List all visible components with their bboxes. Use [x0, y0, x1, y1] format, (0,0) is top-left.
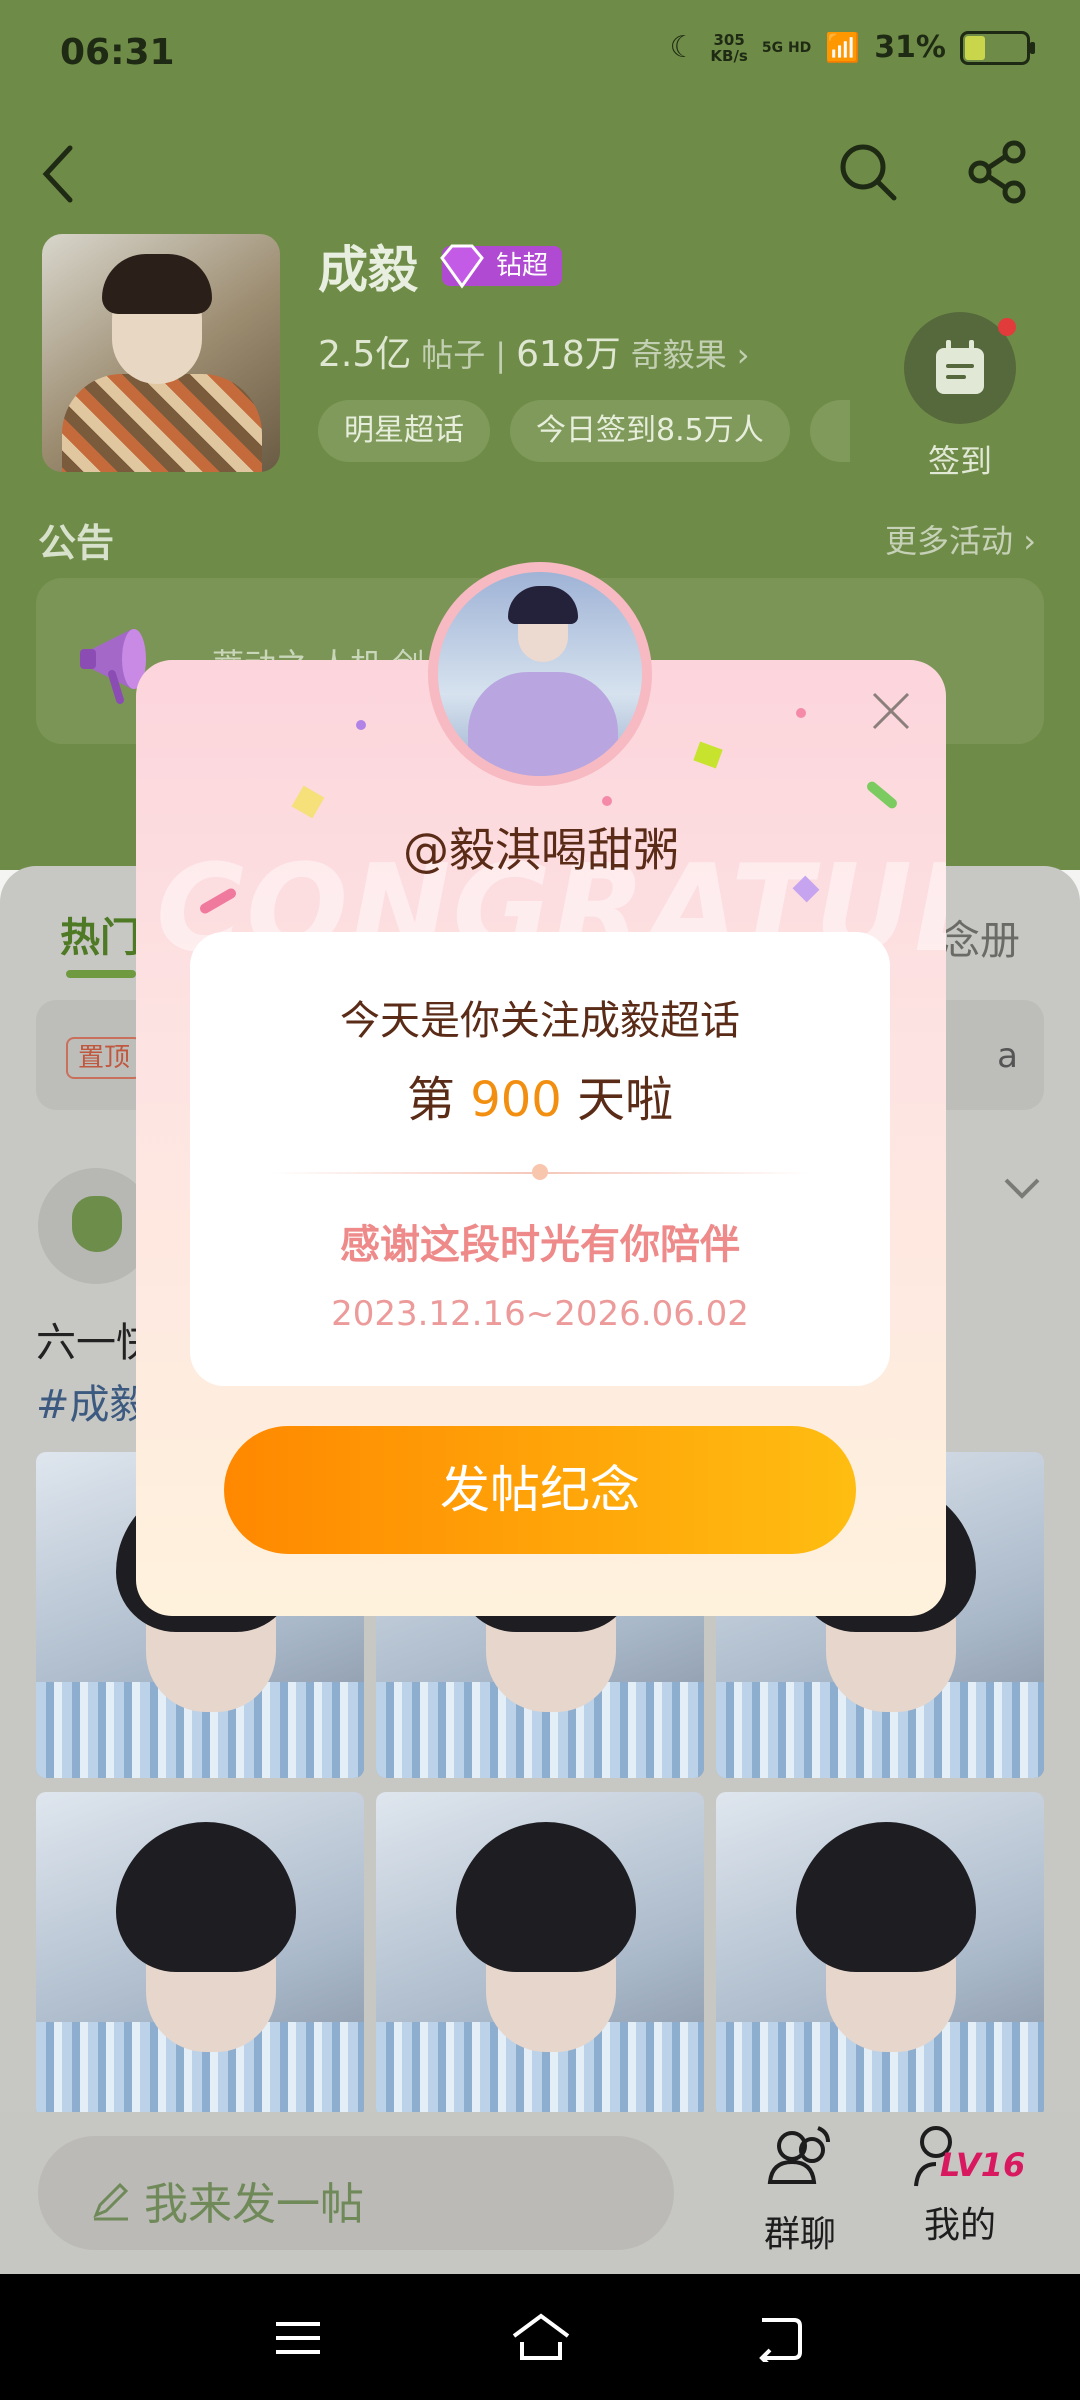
follow-days: 第 900 天啦 [406, 1072, 674, 1128]
pinned-tag: 置顶 [66, 1037, 143, 1079]
posts-count: 2.5亿 [318, 334, 412, 375]
system-nav-bar [0, 2274, 1080, 2400]
mine-label: 我的 [923, 2205, 996, 2246]
confetti [796, 708, 806, 718]
close-icon[interactable] [866, 686, 916, 736]
mine-button[interactable]: LV16 我的 [890, 2120, 1030, 2248]
status-indicators: ☾ 305 KB/s 5G HD 📶 31% [669, 30, 1035, 65]
status-time: 06:31 [60, 32, 175, 73]
return-icon[interactable] [754, 2314, 804, 2362]
back-icon[interactable] [38, 142, 78, 206]
chip-star-topic[interactable]: 明星超话 [318, 400, 490, 462]
topic-stats[interactable]: 2.5亿 帖子 | 618万 奇毅果 › [318, 325, 750, 377]
tab-indicator [66, 970, 136, 978]
signal-label: 5G HD [761, 39, 812, 56]
battery-icon [960, 30, 1035, 65]
group-chat-icon [767, 2126, 830, 2184]
vip-badge: 钻超 [440, 244, 563, 289]
notification-dot [998, 318, 1016, 336]
moon-icon: ☾ [669, 30, 697, 65]
topic-name: 成毅 [318, 241, 418, 299]
follow-message: 今天是你关注成毅超话 [340, 998, 740, 1044]
group-chat-button[interactable]: 群聊 [730, 2120, 870, 2257]
user-avatar [428, 562, 652, 786]
post-image[interactable] [376, 1792, 704, 2118]
post-image[interactable] [716, 1792, 1044, 2118]
chevron-down-icon[interactable] [1002, 1168, 1042, 1208]
share-icon[interactable] [966, 140, 1030, 204]
signin-label: 签到 [927, 442, 992, 480]
gem-icon [440, 244, 484, 289]
posts-label: 帖子 [421, 336, 486, 374]
apple-avatar-icon [72, 1196, 122, 1252]
network-speed: 305 KB/s [710, 30, 748, 65]
chip-checkin-count[interactable]: 今日签到8.5万人 [510, 400, 790, 462]
menu-icon[interactable] [274, 2318, 322, 2358]
status-bar: 06:31 ☾ 305 KB/s 5G HD 📶 31% [0, 0, 1080, 110]
confetti [602, 796, 612, 806]
tab-album[interactable]: 念册 [940, 908, 1020, 966]
thanks-message: 感谢这段时光有你陪伴 [340, 1222, 740, 1268]
confetti [693, 741, 723, 769]
days-number: 900 [470, 1072, 562, 1128]
pencil-icon [93, 2182, 129, 2221]
pinned-text: a [997, 1036, 1018, 1076]
group-chat-label: 群聊 [763, 2214, 836, 2255]
user-handle: @毅淇喝甜粥 [403, 823, 679, 877]
fruit-count: 618万 [516, 334, 621, 375]
post-commemorate-button[interactable]: 发帖纪念 [224, 1426, 856, 1554]
compose-label: 我来发一帖 [90, 2168, 364, 2232]
calendar-icon [936, 340, 984, 394]
tab-hot[interactable]: 热门 [60, 905, 140, 963]
heart-icon [532, 1164, 548, 1180]
confetti [864, 779, 900, 811]
search-icon[interactable] [836, 140, 900, 204]
date-range: 2023.12.16~2026.06.02 [331, 1294, 749, 1334]
topic-avatar[interactable] [42, 234, 280, 472]
level-badge: LV16 [940, 2146, 1026, 2184]
wifi-icon: 📶 [825, 31, 861, 64]
topic-chips: 明星超话 今日签到8.5万人 [318, 400, 850, 462]
chevron-right-icon: › [736, 336, 750, 374]
fruit-label: 奇毅果 [630, 336, 727, 374]
home-icon[interactable] [510, 2312, 572, 2362]
confetti [356, 720, 366, 730]
notice-title: 公告 [38, 521, 115, 565]
battery-percent: 31% [874, 30, 946, 65]
post-hashtag[interactable]: #成毅 [36, 1372, 150, 1430]
chip-more[interactable] [809, 400, 850, 462]
more-activities-link[interactable]: 更多活动 › [885, 516, 1036, 562]
post-image[interactable] [36, 1792, 364, 2118]
signin-button[interactable] [904, 312, 1016, 424]
